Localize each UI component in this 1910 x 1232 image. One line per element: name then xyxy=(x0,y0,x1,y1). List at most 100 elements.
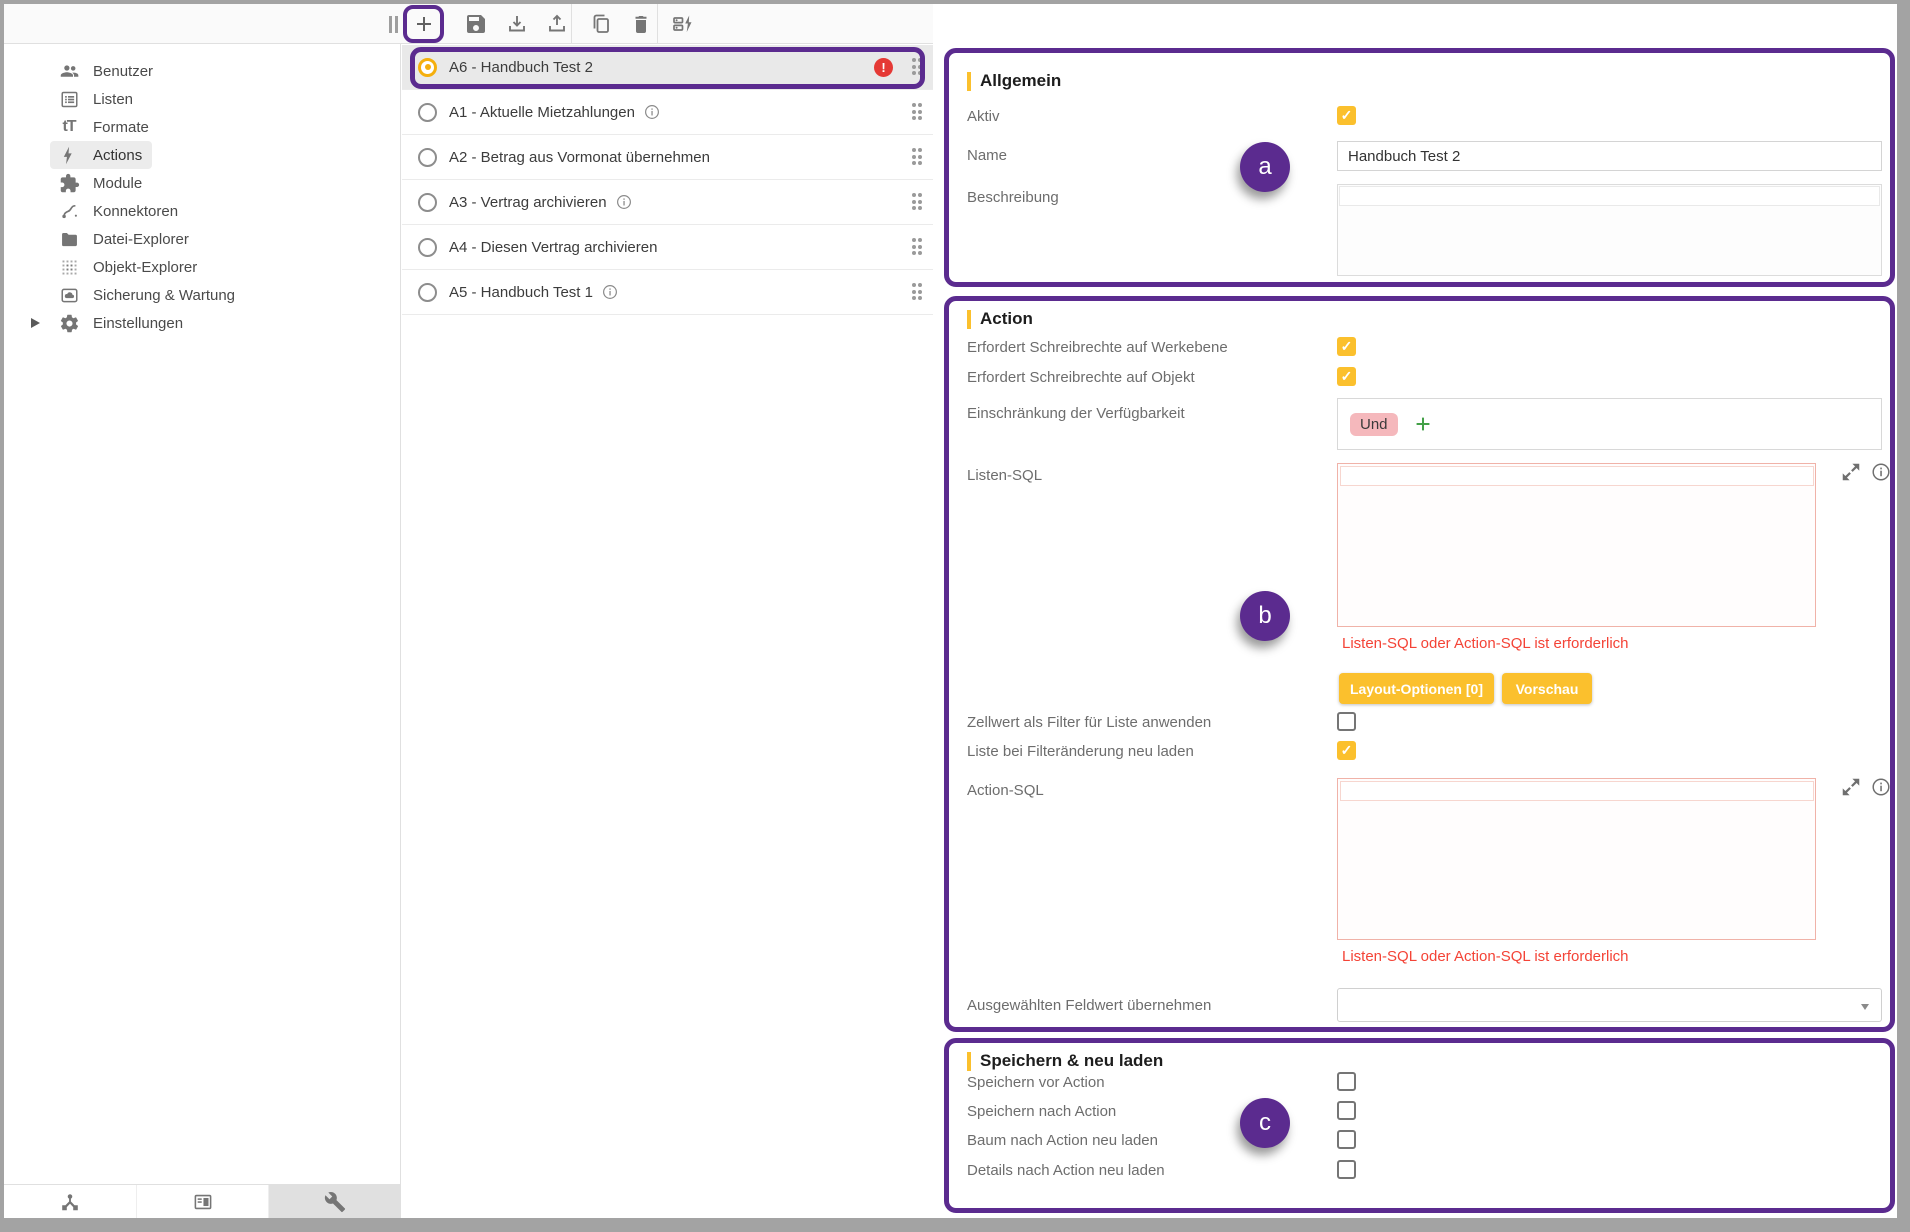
section-title: Action xyxy=(980,309,1033,329)
action-sql-expand-button[interactable] xyxy=(1840,776,1862,798)
delete-button[interactable] xyxy=(629,12,653,36)
listen-sql-input-line[interactable] xyxy=(1340,466,1814,486)
sidebar-bottom-tabs xyxy=(4,1184,401,1218)
drag-handle-icon[interactable] xyxy=(912,103,923,120)
sidebar-item-listen[interactable]: Listen xyxy=(4,85,400,113)
verfuegbarkeit-label: Einschränkung der Verfügbarkeit xyxy=(967,405,1185,422)
tab-layout-view[interactable] xyxy=(137,1185,270,1218)
radio-unselected[interactable] xyxy=(418,148,437,167)
details-panel: Allgemein Aktiv ✓ Name Beschreibung a Ac… xyxy=(933,4,1897,1218)
list-item-a6[interactable]: A6 - Handbuch Test 2 ! xyxy=(402,45,933,90)
list-item-a5[interactable]: A5 - Handbuch Test 1 xyxy=(402,270,933,315)
sidebar-item-label: Konnektoren xyxy=(93,203,178,220)
zellwert-checkbox[interactable] xyxy=(1337,712,1356,731)
baum-neu-laden-checkbox[interactable] xyxy=(1337,1130,1356,1149)
save-icon xyxy=(464,12,488,36)
sidebar-item-label: Module xyxy=(93,175,142,192)
name-input[interactable] xyxy=(1337,141,1882,171)
puzzle-icon xyxy=(58,172,80,194)
info-icon xyxy=(615,193,633,211)
screenshot-frame: Benutzer Listen tT Formate Actions Modul… xyxy=(0,0,1910,1232)
action-sql-input-line[interactable] xyxy=(1340,781,1814,801)
sidebar-item-einstellungen[interactable]: Einstellungen xyxy=(4,309,400,337)
sidebar-item-label: Einstellungen xyxy=(93,315,183,332)
beschreibung-input-line[interactable] xyxy=(1339,186,1880,206)
list-item-a4[interactable]: A4 - Diesen Vertrag archivieren xyxy=(402,225,933,270)
panel-drag-handle[interactable] xyxy=(389,16,398,33)
drag-handle-icon[interactable] xyxy=(912,238,923,255)
beschreibung-label: Beschreibung xyxy=(967,189,1059,206)
zellwert-label: Zellwert als Filter für Liste anwenden xyxy=(967,714,1211,731)
drag-handle-icon[interactable] xyxy=(912,193,923,210)
vorschau-button[interactable]: Vorschau xyxy=(1502,673,1592,704)
radio-unselected[interactable] xyxy=(418,238,437,257)
section-accent-bar xyxy=(967,72,971,91)
aktiv-label: Aktiv xyxy=(967,108,1000,125)
list-item-label: A3 - Vertrag archivieren xyxy=(449,194,607,211)
upload-icon xyxy=(545,12,569,36)
list-item-a1[interactable]: A1 - Aktuelle Mietzahlungen xyxy=(402,90,933,135)
sidebar-item-benutzer[interactable]: Benutzer xyxy=(4,57,400,85)
list-item-label: A2 - Betrag aus Vormonat übernehmen xyxy=(449,149,710,166)
sidebar-item-sicherung-wartung[interactable]: Sicherung & Wartung xyxy=(4,281,400,309)
list-item-label: A1 - Aktuelle Mietzahlungen xyxy=(449,104,635,121)
und-chip[interactable]: Und xyxy=(1350,413,1398,436)
expand-icon xyxy=(1840,776,1862,798)
tab-settings-view[interactable] xyxy=(269,1185,401,1218)
radio-unselected[interactable] xyxy=(418,193,437,212)
section-title: Allgemein xyxy=(980,71,1061,91)
details-neu-laden-checkbox[interactable] xyxy=(1337,1160,1356,1179)
download-icon xyxy=(505,12,529,36)
section-title: Speichern & neu laden xyxy=(980,1051,1163,1071)
trash-icon xyxy=(629,12,653,36)
save-button[interactable] xyxy=(464,12,488,36)
tab-tree-view[interactable] xyxy=(4,1185,137,1218)
aktiv-checkbox[interactable]: ✓ xyxy=(1337,106,1356,125)
gear-icon xyxy=(58,312,80,334)
drag-handle-icon[interactable] xyxy=(912,148,923,165)
list-item-a3[interactable]: A3 - Vertrag archivieren xyxy=(402,180,933,225)
sidebar-item-label: Objekt-Explorer xyxy=(93,259,197,276)
toolbar-divider xyxy=(657,4,658,44)
copy-button[interactable] xyxy=(589,12,613,36)
list-item-label: A4 - Diesen Vertrag archivieren xyxy=(449,239,657,256)
feldwert-select[interactable] xyxy=(1337,988,1882,1022)
listen-sql-info-button[interactable] xyxy=(1870,461,1892,483)
beschreibung-textarea[interactable] xyxy=(1337,184,1882,276)
info-icon xyxy=(601,283,619,301)
listen-sql-expand-button[interactable] xyxy=(1840,461,1862,483)
radio-unselected[interactable] xyxy=(418,103,437,122)
sidebar-item-label: Formate xyxy=(93,119,149,136)
upload-button[interactable] xyxy=(545,12,569,36)
speichern-nach-checkbox[interactable] xyxy=(1337,1101,1356,1120)
sidebar-item-objekt-explorer[interactable]: Objekt-Explorer xyxy=(4,253,400,281)
run-list-button[interactable] xyxy=(671,12,695,36)
drag-handle-icon[interactable] xyxy=(912,58,923,75)
download-button[interactable] xyxy=(505,12,529,36)
radio-unselected[interactable] xyxy=(418,283,437,302)
sidebar-item-actions[interactable]: Actions xyxy=(4,141,400,169)
radio-selected[interactable] xyxy=(418,58,437,77)
action-sql-info-button[interactable] xyxy=(1870,776,1892,798)
add-icon[interactable] xyxy=(412,12,436,36)
action-sql-editor[interactable] xyxy=(1337,778,1816,940)
listen-sql-editor[interactable] xyxy=(1337,463,1816,627)
add-condition-button[interactable] xyxy=(1412,413,1434,435)
annotation-box-add-button xyxy=(403,5,444,43)
speichern-vor-checkbox[interactable] xyxy=(1337,1072,1356,1091)
expand-arrow-icon[interactable] xyxy=(31,318,40,328)
drag-handle-icon[interactable] xyxy=(912,283,923,300)
feldwert-label: Ausgewählten Feldwert übernehmen xyxy=(967,997,1211,1014)
werkebene-checkbox[interactable]: ✓ xyxy=(1337,337,1356,356)
app-window: Benutzer Listen tT Formate Actions Modul… xyxy=(4,4,1897,1218)
liste-neu-laden-checkbox[interactable]: ✓ xyxy=(1337,741,1356,760)
action-sql-error: Listen-SQL oder Action-SQL ist erforderl… xyxy=(1342,948,1629,965)
objekt-checkbox[interactable]: ✓ xyxy=(1337,367,1356,386)
sidebar-item-datei-explorer[interactable]: Datei-Explorer xyxy=(4,225,400,253)
connector-icon xyxy=(58,200,80,222)
sidebar-item-konnektoren[interactable]: Konnektoren xyxy=(4,197,400,225)
sidebar-item-formate[interactable]: tT Formate xyxy=(4,113,400,141)
layout-optionen-button[interactable]: Layout-Optionen [0] xyxy=(1339,673,1494,704)
sidebar-item-module[interactable]: Module xyxy=(4,169,400,197)
list-item-a2[interactable]: A2 - Betrag aus Vormonat übernehmen xyxy=(402,135,933,180)
